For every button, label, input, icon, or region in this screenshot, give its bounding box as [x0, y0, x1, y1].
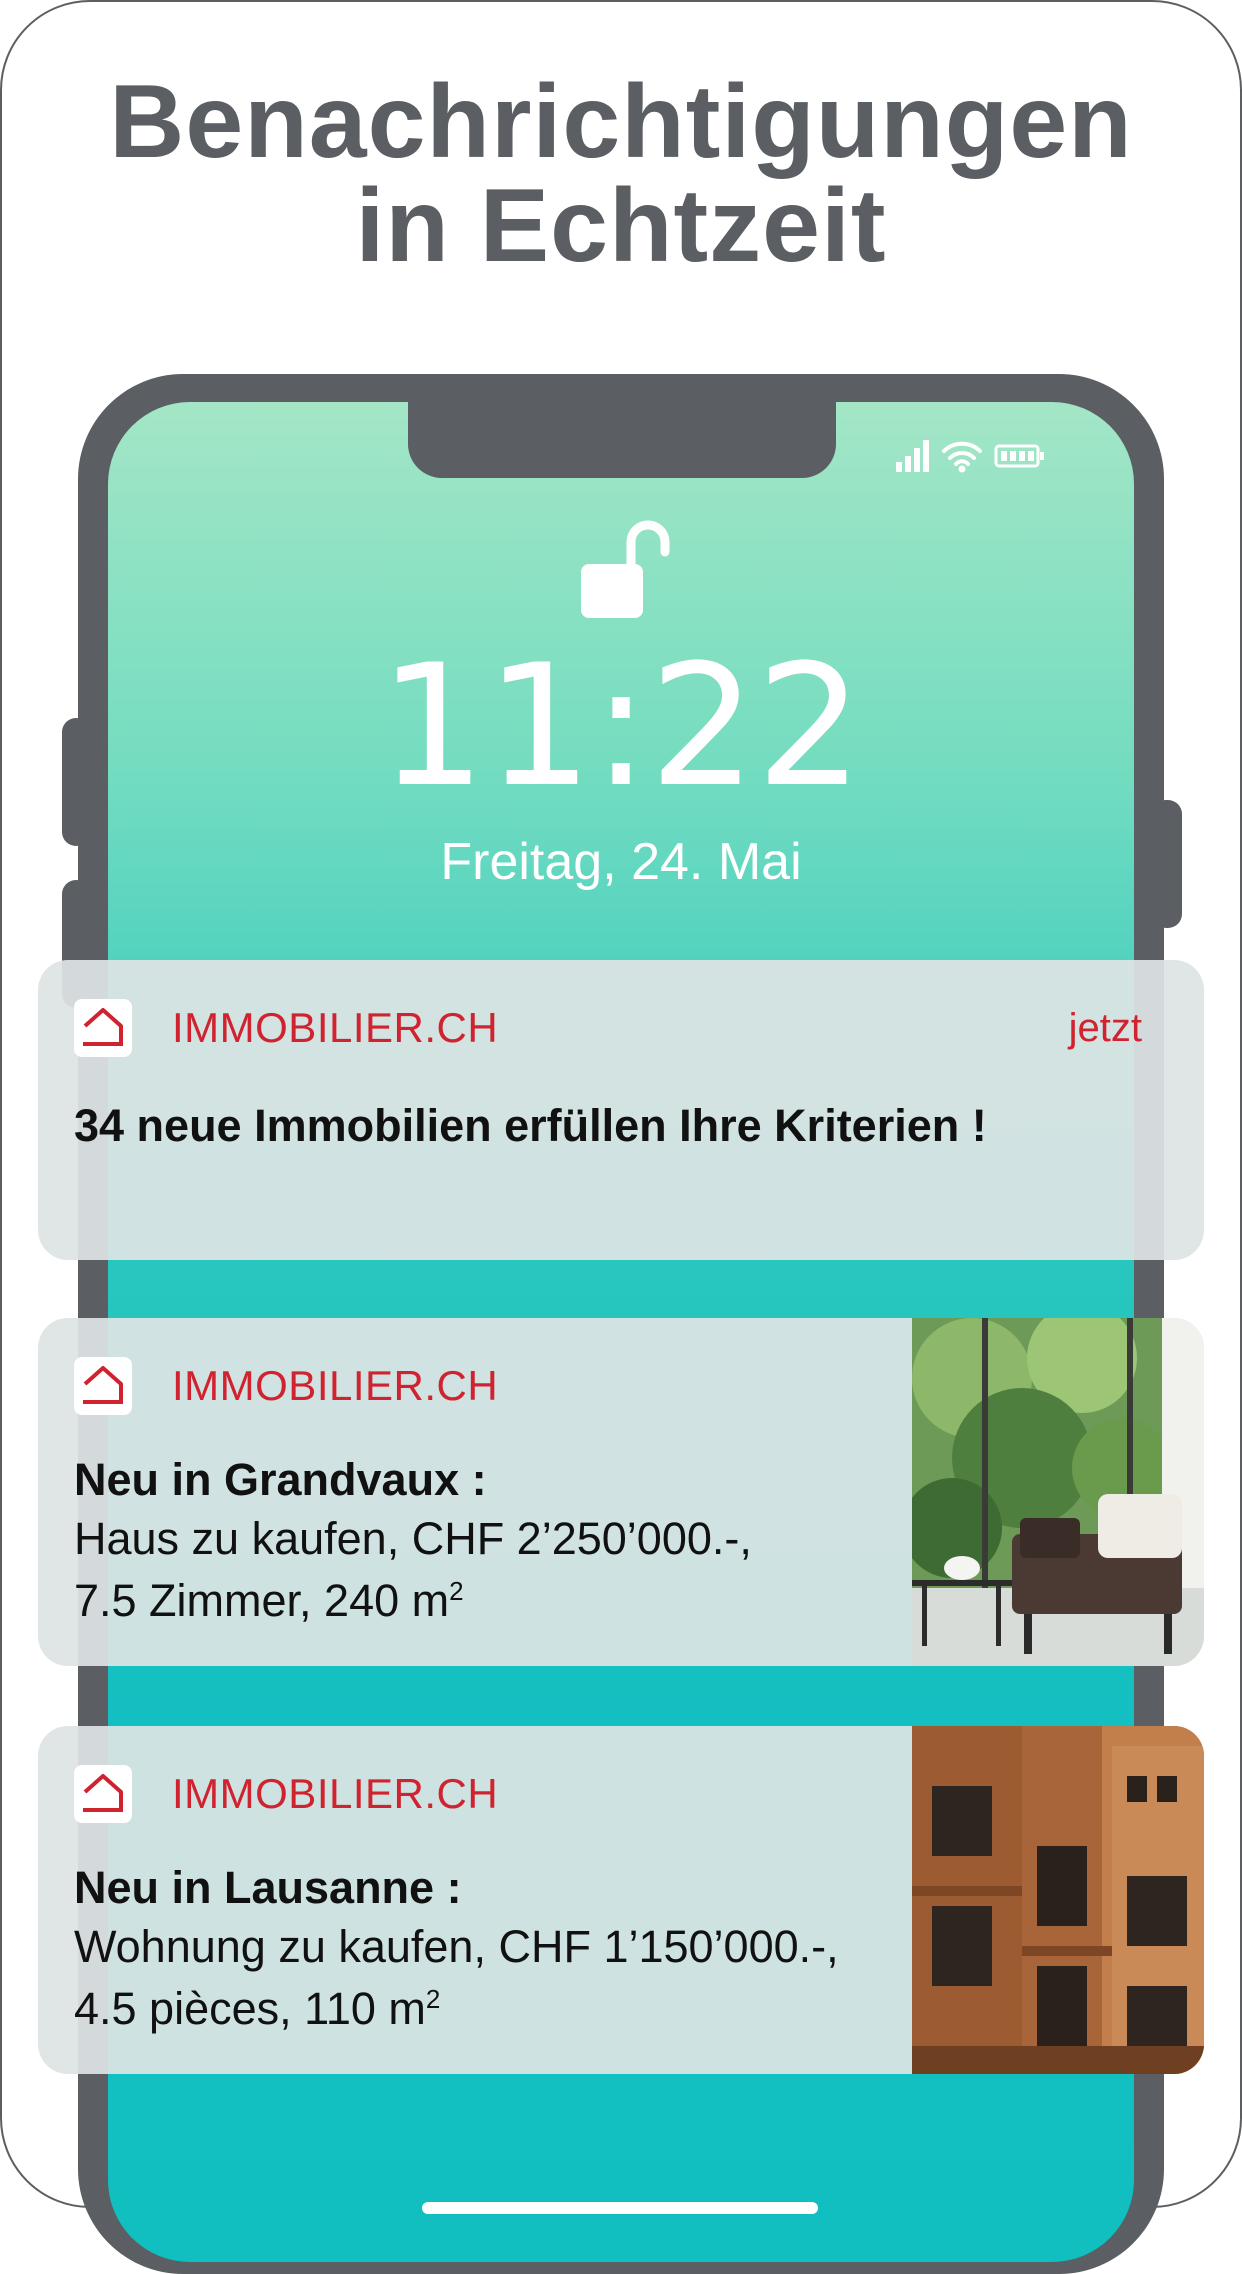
notification-title: 34 neue Immobilien erfüllen Ihre Kriteri… [74, 1100, 987, 1151]
notification-listing-grandvaux[interactable]: IMMOBILIER.CH Neu in Grandvaux : Haus zu… [38, 1318, 1204, 1666]
notification-title: Neu in Lausanne : [74, 1862, 462, 1913]
notification-header: IMMOBILIER.CH [74, 1762, 498, 1826]
unlocked-padlock-icon [581, 520, 670, 618]
listing-photo-patio [912, 1318, 1204, 1666]
signal-icon [896, 440, 929, 472]
notification-body: Wohnung zu kaufen, CHF 1’150’000.-, 4.5 … [74, 1916, 839, 2040]
lockscreen-date: Freitag, 24. Mai [440, 833, 802, 891]
wifi-icon [942, 441, 982, 473]
notification-summary[interactable]: IMMOBILIER.CH jetzt 34 neue Immobilien e… [38, 960, 1204, 1260]
notification-body: Haus zu kaufen, CHF 2’250’000.-, 7.5 Zim… [74, 1508, 752, 1632]
notification-listing-lausanne[interactable]: IMMOBILIER.CH Neu in Lausanne : Wohnung … [38, 1726, 1204, 2074]
headline: Benachrichtigungen in Echtzeit [0, 70, 1242, 278]
notification-time: jetzt [1068, 1006, 1142, 1050]
listing-price-line: Wohnung zu kaufen, CHF 1’150’000.-, [74, 1921, 839, 1972]
status-bar [894, 438, 1046, 474]
app-name: IMMOBILIER.CH [172, 1004, 499, 1051]
app-house-icon [74, 1357, 132, 1415]
home-indicator[interactable] [422, 2202, 818, 2214]
notification-header: IMMOBILIER.CH [74, 1354, 498, 1418]
phone-notch [408, 402, 836, 478]
listing-size-line: 7.5 Zimmer, 240 m2 [74, 1575, 464, 1626]
listing-price-line: Haus zu kaufen, CHF 2’250’000.-, [74, 1513, 752, 1564]
app-name: IMMOBILIER.CH [172, 1362, 499, 1409]
headline-line-1: Benachrichtigungen [109, 64, 1133, 180]
listing-size-line: 4.5 pièces, 110 m2 [74, 1983, 441, 2034]
app-house-icon [74, 999, 132, 1057]
app-name: IMMOBILIER.CH [172, 1770, 499, 1817]
app-house-icon [74, 1765, 132, 1823]
listing-photo-building [912, 1726, 1204, 2074]
battery-icon [994, 444, 1044, 468]
notification-header: IMMOBILIER.CH [74, 996, 498, 1060]
notification-title: Neu in Grandvaux : [74, 1454, 487, 1505]
headline-line-2: in Echtzeit [355, 168, 887, 284]
lockscreen-time: 11:22 [378, 628, 864, 824]
